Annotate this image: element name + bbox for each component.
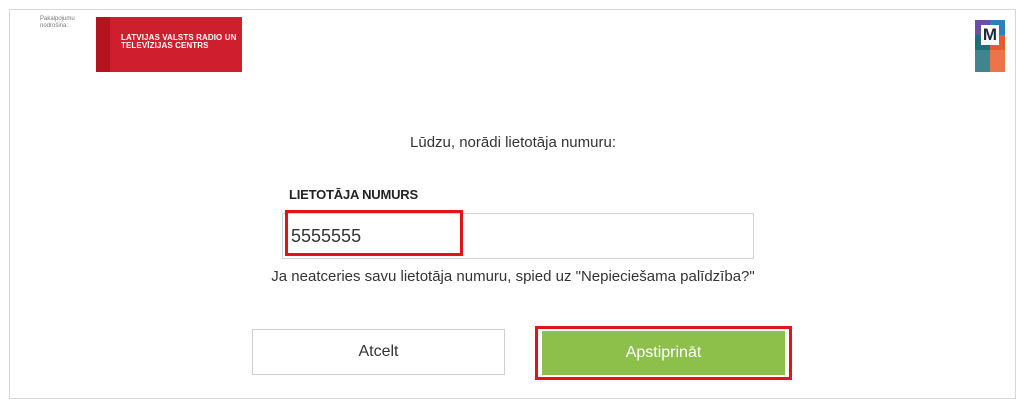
- help-text: Ja neatceries savu lietotāja numuru, spi…: [271, 268, 755, 285]
- confirm-button[interactable]: Apstiprināt: [542, 331, 785, 375]
- user-number-input[interactable]: [291, 214, 741, 258]
- user-number-label: LIETOTĀJA NUMURS: [289, 187, 418, 202]
- brand-logo-letter: M: [981, 25, 999, 45]
- cancel-button[interactable]: Atcelt: [252, 329, 505, 375]
- brand-logo: M: [975, 20, 1005, 72]
- lvrtc-logo-text: LATVIJAS VALSTS RADIO UN TELEVĪZIJAS CEN…: [121, 33, 237, 50]
- prompt-text: Lūdzu, norādi lietotāja numuru:: [410, 134, 616, 151]
- user-number-field-box: [282, 213, 754, 259]
- brand-logo-shadow: [975, 50, 1005, 72]
- brand-logo-square: M: [975, 20, 1005, 50]
- lvrtc-logo: LATVIJAS VALSTS RADIO UN TELEVĪZIJAS CEN…: [96, 17, 242, 72]
- provider-caption: Pakalpojumu nodrošina:: [40, 16, 75, 29]
- logo-stripe: [96, 17, 110, 72]
